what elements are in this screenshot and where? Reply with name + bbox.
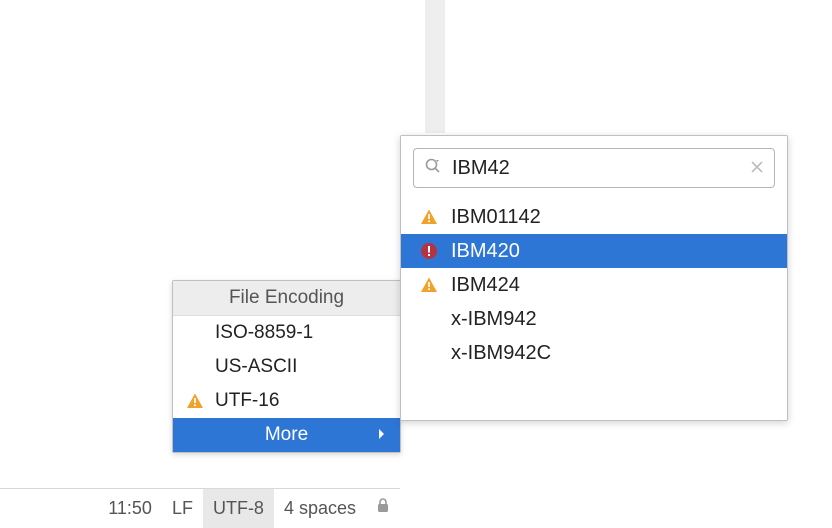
scrollbar-track[interactable] — [425, 0, 445, 133]
encoding-result-label: IBM01142 — [451, 206, 541, 229]
encoding-search-box — [413, 148, 775, 188]
search-icon — [424, 157, 442, 180]
icon-placeholder — [419, 343, 439, 363]
warning-icon — [185, 391, 205, 411]
lock-icon[interactable] — [366, 498, 400, 519]
status-encoding[interactable]: UTF-8 — [203, 489, 274, 528]
icon-placeholder — [185, 323, 205, 343]
warning-icon — [419, 207, 439, 227]
icon-placeholder — [185, 357, 205, 377]
encoding-result-item[interactable]: IBM420 — [401, 234, 787, 268]
file-encoding-popup: File Encoding ISO-8859-1 US-ASCII UTF-16 M… — [172, 280, 401, 453]
encoding-result-item[interactable]: IBM01142 — [401, 200, 787, 234]
status-caret-position[interactable]: 11:50 — [98, 489, 162, 528]
file-encoding-more[interactable]: More — [173, 418, 400, 452]
encoding-result-label: IBM420 — [451, 240, 520, 263]
file-encoding-item-label: UTF-16 — [215, 390, 279, 412]
file-encoding-item[interactable]: UTF-16 — [173, 384, 400, 418]
encoding-result-label: x-IBM942 — [451, 308, 537, 331]
status-indent[interactable]: 4 spaces — [274, 489, 366, 528]
clear-icon[interactable] — [750, 158, 764, 179]
file-encoding-title: File Encoding — [173, 281, 400, 316]
chevron-right-icon — [378, 424, 386, 446]
encoding-search-input[interactable] — [452, 157, 740, 180]
encoding-result-label: x-IBM942C — [451, 342, 551, 365]
file-encoding-item-label: US-ASCII — [215, 356, 297, 378]
status-bar: 11:50 LF UTF-8 4 spaces — [0, 488, 400, 528]
warning-icon — [419, 275, 439, 295]
encoding-result-item[interactable]: x-IBM942 — [401, 302, 787, 336]
file-encoding-item[interactable]: ISO-8859-1 — [173, 316, 400, 350]
encoding-result-item[interactable]: IBM424 — [401, 268, 787, 302]
encoding-result-item[interactable]: x-IBM942C — [401, 336, 787, 370]
error-icon — [419, 241, 439, 261]
file-encoding-item[interactable]: US-ASCII — [173, 350, 400, 384]
encoding-search-popup: IBM01142 IBM420 IBM424 x-IBM942 x-IBM942C — [400, 135, 788, 421]
gap — [0, 472, 400, 488]
status-line-ending[interactable]: LF — [162, 489, 203, 528]
file-encoding-item-label: ISO-8859-1 — [215, 322, 313, 344]
more-label: More — [185, 424, 388, 446]
icon-placeholder — [419, 309, 439, 329]
encoding-result-label: IBM424 — [451, 274, 520, 297]
